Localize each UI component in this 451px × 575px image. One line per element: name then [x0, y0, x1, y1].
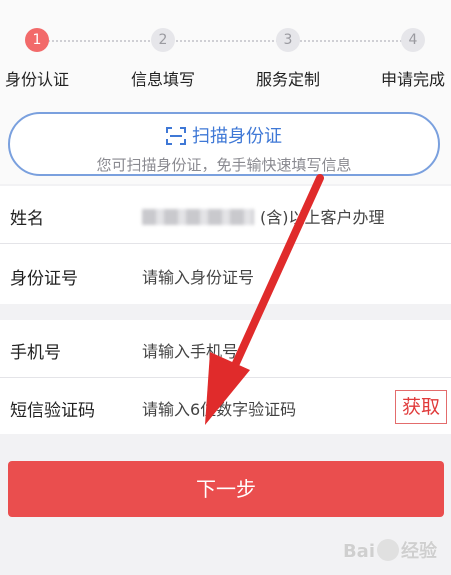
id-card-row[interactable]: 身份证号 请输入身份证号: [0, 246, 451, 304]
step-3: 3 服务定制: [238, 28, 338, 90]
identity-form-group: 姓名 (含)以上客户办理 身份证号 请输入身份证号: [0, 186, 451, 304]
step-1-number: 1: [25, 28, 49, 52]
scan-id-card-button[interactable]: 扫描身份证 您可扫描身份证，免手输快速填写信息: [8, 112, 440, 176]
step-2-number: 2: [151, 28, 175, 52]
name-row[interactable]: 姓名 (含)以上客户办理: [0, 186, 451, 244]
step-4-number: 4: [401, 28, 425, 52]
divider: [0, 243, 451, 244]
name-label: 姓名: [10, 209, 44, 229]
scan-frame-icon: [166, 127, 186, 145]
baidu-watermark: Bai 经验: [343, 537, 437, 563]
scan-title: 扫描身份证: [192, 126, 282, 147]
id-card-label: 身份证号: [10, 269, 78, 289]
name-value: (含)以上客户办理: [260, 208, 385, 227]
step-3-number: 3: [276, 28, 300, 52]
step-2-label: 信息填写: [130, 70, 195, 89]
phone-row[interactable]: 手机号 请输入手机号: [0, 320, 451, 378]
scan-subtitle: 您可扫描身份证，免手输快速填写信息: [96, 156, 352, 174]
get-code-button[interactable]: 获取: [395, 390, 447, 424]
next-step-button[interactable]: 下一步: [8, 461, 444, 517]
step-3-label: 服务定制: [255, 70, 320, 89]
id-card-input[interactable]: 请输入身份证号: [142, 264, 254, 288]
blurred-text: [142, 209, 254, 225]
step-1: 1 身份认证: [0, 28, 87, 90]
name-field[interactable]: (含)以上客户办理: [142, 204, 385, 228]
step-1-label: 身份认证: [4, 70, 69, 89]
watermark-right: 经验: [401, 541, 437, 562]
phone-input[interactable]: 请输入手机号: [142, 338, 238, 362]
watermark-left: Bai: [342, 541, 375, 562]
phone-label: 手机号: [10, 343, 61, 363]
step-2: 2 信息填写: [113, 28, 213, 90]
step-4: 4 申请完成: [363, 28, 451, 90]
scan-title-row: 扫描身份证: [10, 122, 438, 148]
step-4-label: 申请完成: [380, 70, 445, 89]
contact-form-group: 手机号 请输入手机号 短信验证码 请输入6位数字验证码 获取: [0, 320, 451, 434]
sms-code-label: 短信验证码: [10, 401, 95, 421]
sms-code-row[interactable]: 短信验证码 请输入6位数字验证码 获取: [0, 378, 451, 436]
steps-connector: [40, 40, 414, 42]
step-header: 1 身份认证 2 信息填写 3 服务定制 4 申请完成 扫描身份证 您可扫描身份…: [0, 0, 451, 184]
sms-code-input[interactable]: 请输入6位数字验证码: [142, 396, 296, 420]
paw-icon: [377, 539, 399, 561]
